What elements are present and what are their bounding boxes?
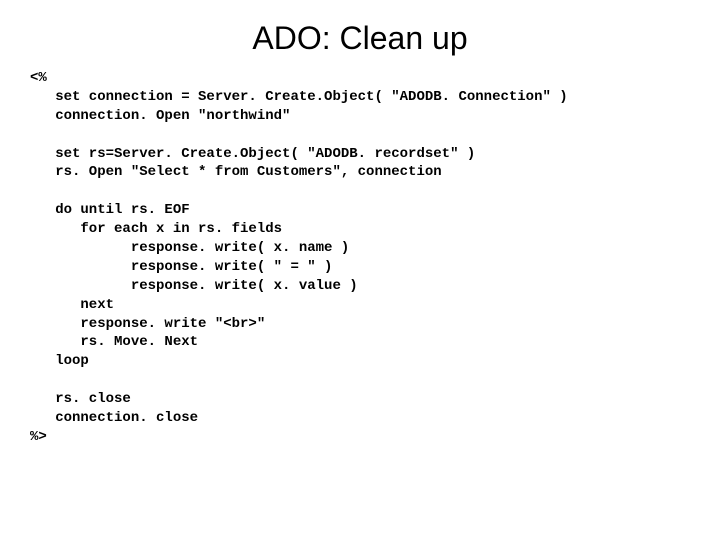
- code-block: <% set connection = Server. Create.Objec…: [30, 69, 690, 447]
- page-title: ADO: Clean up: [30, 20, 690, 57]
